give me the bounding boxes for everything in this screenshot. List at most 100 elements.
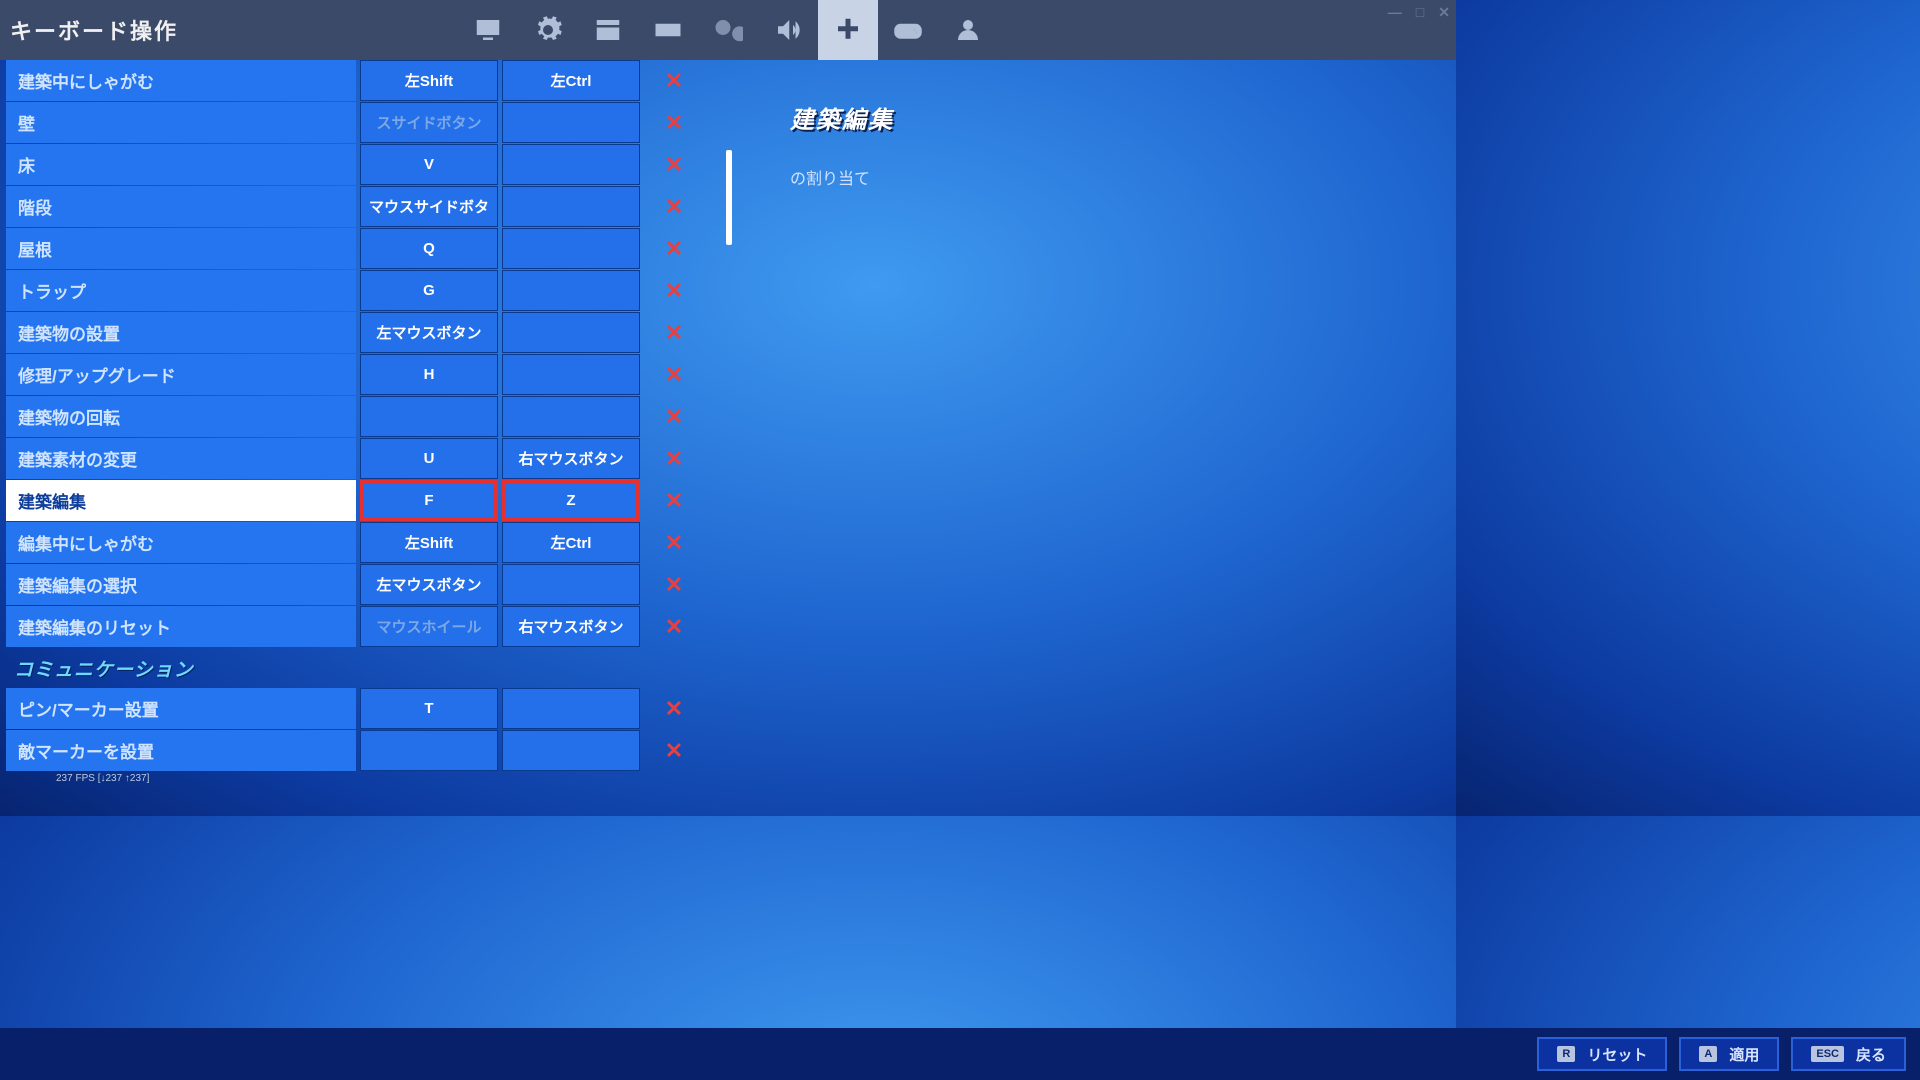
tab-wrench[interactable]: [698, 0, 758, 60]
window-min-icon[interactable]: —: [1388, 4, 1402, 21]
keybind-secondary[interactable]: [502, 186, 640, 227]
keybind-label: 建築編集の選択: [6, 564, 356, 605]
keybind-primary[interactable]: T: [360, 688, 498, 729]
fps-counter: 237 FPS [↓237 ↑237]: [6, 773, 734, 784]
keybind-secondary[interactable]: Z: [502, 480, 640, 521]
tab-gear[interactable]: [518, 0, 578, 60]
keybind-secondary[interactable]: [502, 102, 640, 143]
tab-keyboard[interactable]: [638, 0, 698, 60]
close-icon: ✕: [665, 68, 683, 94]
keybind-row[interactable]: 建築編集FZ ✕: [6, 480, 734, 521]
keybind-clear[interactable]: ✕: [644, 688, 704, 729]
keybind-secondary[interactable]: [502, 730, 640, 771]
keybind-primary[interactable]: 左マウスボタン: [360, 312, 498, 353]
keybind-clear[interactable]: ✕: [644, 606, 704, 647]
keybind-row[interactable]: 修理/アップグレードH ✕: [6, 354, 734, 395]
keybind-clear[interactable]: ✕: [644, 102, 704, 143]
keycap-a: A: [1699, 1046, 1717, 1062]
keybind-clear[interactable]: ✕: [644, 480, 704, 521]
keybind-secondary[interactable]: [502, 144, 640, 185]
keybind-clear[interactable]: ✕: [644, 60, 704, 101]
keybind-clear[interactable]: ✕: [644, 354, 704, 395]
scrollbar-thumb[interactable]: [726, 150, 732, 245]
keybind-row[interactable]: 建築編集のリセットマウスホイール右マウスボタン ✕: [6, 606, 734, 647]
keybind-clear[interactable]: ✕: [644, 522, 704, 563]
keybind-row[interactable]: 屋根Q✕: [6, 228, 734, 269]
close-icon: ✕: [665, 614, 683, 640]
keybind-row[interactable]: 敵マーカーを設置✕: [6, 730, 734, 771]
keybind-clear[interactable]: ✕: [644, 730, 704, 771]
window-max-icon[interactable]: □: [1416, 4, 1424, 21]
keybind-row[interactable]: 建築物の回転✕: [6, 396, 734, 437]
keybind-primary[interactable]: H: [360, 354, 498, 395]
keybind-primary[interactable]: G: [360, 270, 498, 311]
keybind-secondary[interactable]: [502, 396, 640, 437]
tab-gamepad[interactable]: [878, 0, 938, 60]
keybind-primary[interactable]: V: [360, 144, 498, 185]
keybind-secondary[interactable]: [502, 270, 640, 311]
keybind-primary[interactable]: 左マウスボタン: [360, 564, 498, 605]
back-label: 戻る: [1856, 1044, 1886, 1065]
keybind-label: 建築編集: [6, 480, 356, 521]
keybind-label: 建築編集のリセット: [6, 606, 356, 647]
keybind-clear[interactable]: ✕: [644, 564, 704, 605]
keybind-clear[interactable]: ✕: [644, 270, 704, 311]
keybind-primary[interactable]: U: [360, 438, 498, 479]
keybind-primary[interactable]: マウスホイール: [360, 606, 498, 647]
keybind-secondary[interactable]: 左Ctrl: [502, 522, 640, 563]
keybind-secondary[interactable]: [502, 312, 640, 353]
keybind-label: 修理/アップグレード: [6, 354, 356, 395]
keybind-secondary[interactable]: [502, 688, 640, 729]
keybind-clear[interactable]: ✕: [644, 312, 704, 353]
keybind-primary[interactable]: 左Shift: [360, 522, 498, 563]
keybind-primary[interactable]: マウスサイドボタ: [360, 186, 498, 227]
close-icon: ✕: [665, 530, 683, 556]
keybind-clear[interactable]: ✕: [644, 228, 704, 269]
keybind-label: 建築物の設置: [6, 312, 356, 353]
keybind-row[interactable]: 建築中にしゃがむ左Shift左Ctrl✕: [6, 60, 734, 101]
keybind-row[interactable]: 建築編集の選択左マウスボタン ✕: [6, 564, 734, 605]
keybind-primary[interactable]: [360, 396, 498, 437]
keybind-clear[interactable]: ✕: [644, 186, 704, 227]
keybind-clear[interactable]: ✕: [644, 438, 704, 479]
keybind-row[interactable]: 階段マウスサイドボタ✕: [6, 186, 734, 227]
back-button[interactable]: ESC 戻る: [1791, 1037, 1906, 1071]
keybind-secondary[interactable]: 右マウスボタン: [502, 438, 640, 479]
apply-button[interactable]: A 適用: [1679, 1037, 1779, 1071]
keybind-primary[interactable]: Q: [360, 228, 498, 269]
keybind-row[interactable]: 建築物の設置左マウスボタン ✕: [6, 312, 734, 353]
keybind-row[interactable]: 編集中にしゃがむ左Shift左Ctrl ✕: [6, 522, 734, 563]
tab-dpad[interactable]: [818, 0, 878, 60]
keybind-clear[interactable]: ✕: [644, 144, 704, 185]
close-icon: ✕: [665, 194, 683, 220]
keybind-list[interactable]: 建築中にしゃがむ左Shift左Ctrl✕壁スサイドボタン✕床V✕階段マウスサイド…: [0, 60, 740, 1028]
keybind-secondary[interactable]: [502, 354, 640, 395]
close-icon: ✕: [665, 320, 683, 346]
keybind-secondary[interactable]: [502, 564, 640, 605]
keybind-label: 編集中にしゃがむ: [6, 522, 356, 563]
keybind-row[interactable]: トラップG✕: [6, 270, 734, 311]
keybind-primary[interactable]: スサイドボタン: [360, 102, 498, 143]
keybind-secondary[interactable]: [502, 228, 640, 269]
keybind-row[interactable]: ピン/マーカー設置T✕: [6, 688, 734, 729]
tab-user[interactable]: [938, 0, 998, 60]
keybind-row[interactable]: 建築素材の変更U右マウスボタン✕: [6, 438, 734, 479]
keybind-primary[interactable]: F: [360, 480, 498, 521]
keybind-primary[interactable]: 左Shift: [360, 60, 498, 101]
window-close-icon[interactable]: ✕: [1438, 4, 1450, 21]
tab-audio[interactable]: [758, 0, 818, 60]
close-icon: ✕: [665, 738, 683, 764]
keybind-secondary[interactable]: 右マウスボタン: [502, 606, 640, 647]
close-icon: ✕: [665, 488, 683, 514]
reset-button[interactable]: R リセット: [1537, 1037, 1667, 1071]
section-header: コミュニケーション: [6, 648, 734, 688]
close-icon: ✕: [665, 446, 683, 472]
tab-display[interactable]: [458, 0, 518, 60]
keybind-row[interactable]: 床V✕: [6, 144, 734, 185]
close-icon: ✕: [665, 404, 683, 430]
keybind-row[interactable]: 壁スサイドボタン✕: [6, 102, 734, 143]
tab-panel[interactable]: [578, 0, 638, 60]
keybind-primary[interactable]: [360, 730, 498, 771]
keybind-secondary[interactable]: 左Ctrl: [502, 60, 640, 101]
keybind-clear[interactable]: ✕: [644, 396, 704, 437]
